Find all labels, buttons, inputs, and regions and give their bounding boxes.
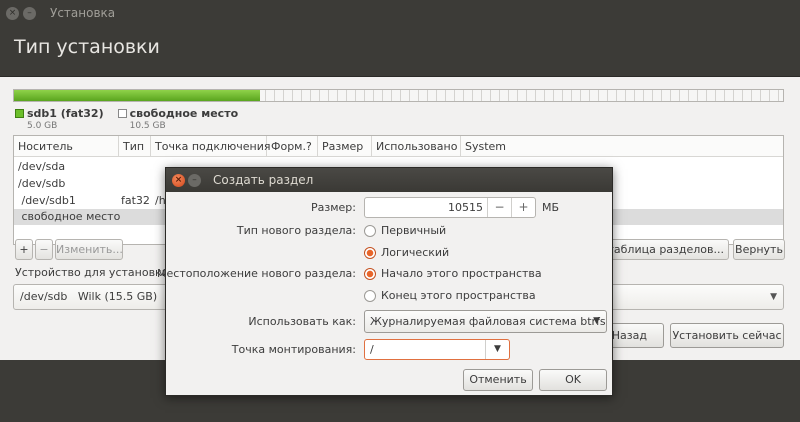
legend-swatch-sdb1 [15,109,24,118]
boot-device-label: Устройство для установки с [15,266,179,279]
radio-end[interactable]: Конец этого пространства [364,289,536,302]
revert-button[interactable]: Вернуть [733,239,785,260]
legend-size: 10.5 GB [129,121,166,131]
create-partition-dialog: × – Создать раздел Размер: 10515 − + МБ … [157,167,613,396]
partition-type-label: Тип нового раздела: [236,224,356,237]
radio-beginning[interactable]: Начало этого пространства [364,267,542,280]
row-type: fat32 [121,194,150,207]
legend-swatch-free [117,109,127,118]
radio-logical[interactable]: Логический [364,246,449,259]
disk-usage-fill [14,90,261,101]
radio-logical-label: Логический [381,246,450,259]
column-header-device[interactable]: Носитель [14,136,119,156]
disk-usage-bar [13,89,784,102]
row-device: /dev/sdb1 [18,194,76,207]
radio-end-label: Конец этого пространства [381,289,536,302]
radio-primary-indicator[interactable] [364,224,376,237]
disk-legend: sdb1 (fat32) 5.0 GB свободное место 10.5… [15,107,238,131]
size-label: Размер: [311,201,356,214]
dialog-titlebar: × – Создать раздел [166,168,612,192]
legend-item-sdb1: sdb1 (fat32) 5.0 GB [15,107,104,131]
legend-item-free: свободное место 10.5 GB [117,107,239,131]
minimize-icon[interactable]: – [188,173,201,187]
dialog-title: Создать раздел [213,173,314,187]
minimize-icon[interactable]: – [23,6,36,20]
filesystem-value: Журналируемая файловая система btrfs [370,315,606,328]
legend-label: sdb1 (fat32) [27,107,104,120]
legend-label: свободное место [129,107,239,120]
mount-point-label: Точка монтирования: [231,343,356,356]
size-value[interactable]: 10515 [448,201,483,214]
use-as-label: Использовать как: [248,315,356,328]
radio-beginning-indicator[interactable] [364,267,376,280]
filesystem-select[interactable]: Журналируемая файловая система btrfs ▼ [364,310,607,333]
column-header-size[interactable]: Размер [318,136,372,156]
add-partition-button[interactable]: + [15,239,33,260]
row-device: /dev/sdb [18,177,66,190]
row-device: /dev/sda [18,160,66,173]
decrease-size-button[interactable]: − [487,198,511,217]
size-spin-field[interactable]: 10515 − + [364,197,536,218]
mount-point-combo[interactable]: / ▼ [364,339,510,360]
partition-location-label: Местоположение нового раздела: [157,267,356,280]
chevron-down-icon[interactable]: ▼ [485,340,509,359]
boot-device-value: /dev/sdb Wilk (15.5 GB) [20,290,158,303]
radio-beginning-label: Начало этого пространства [381,267,542,280]
radio-logical-indicator[interactable] [364,246,376,259]
row-device: свободное место [18,210,121,223]
radio-primary-label: Первичный [381,224,447,237]
radio-end-indicator[interactable] [364,289,376,302]
close-icon[interactable]: × [172,173,185,187]
column-header-used[interactable]: Использовано [372,136,461,156]
install-now-button[interactable]: Установить сейчас [670,323,784,348]
window-title: Установка [50,6,116,20]
column-header-type[interactable]: Тип [119,136,151,156]
chevron-down-icon: ▼ [593,316,600,326]
mount-point-input[interactable]: / [370,343,374,356]
chevron-down-icon: ▼ [770,292,777,302]
column-header-format[interactable]: Форм.? [267,136,318,156]
remove-partition-button[interactable]: − [35,239,53,260]
legend-size: 5.0 GB [27,121,58,131]
change-partition-button[interactable]: Изменить... [55,239,123,260]
cancel-button[interactable]: Отменить [463,369,533,391]
size-unit: МБ [542,201,560,214]
ok-button[interactable]: OK [539,369,607,391]
table-header: Носитель Тип Точка подключения Форм.? Ра… [14,136,783,157]
increase-size-button[interactable]: + [511,198,535,217]
close-icon[interactable]: × [6,6,19,20]
radio-primary[interactable]: Первичный [364,224,446,237]
column-header-system[interactable]: System [461,136,510,156]
column-header-mount[interactable]: Точка подключения [151,136,271,156]
window-titlebar: × – Установка [0,0,800,26]
new-partition-table-button[interactable]: таблица разделов... [600,239,729,260]
page-title: Тип установки [14,36,160,58]
